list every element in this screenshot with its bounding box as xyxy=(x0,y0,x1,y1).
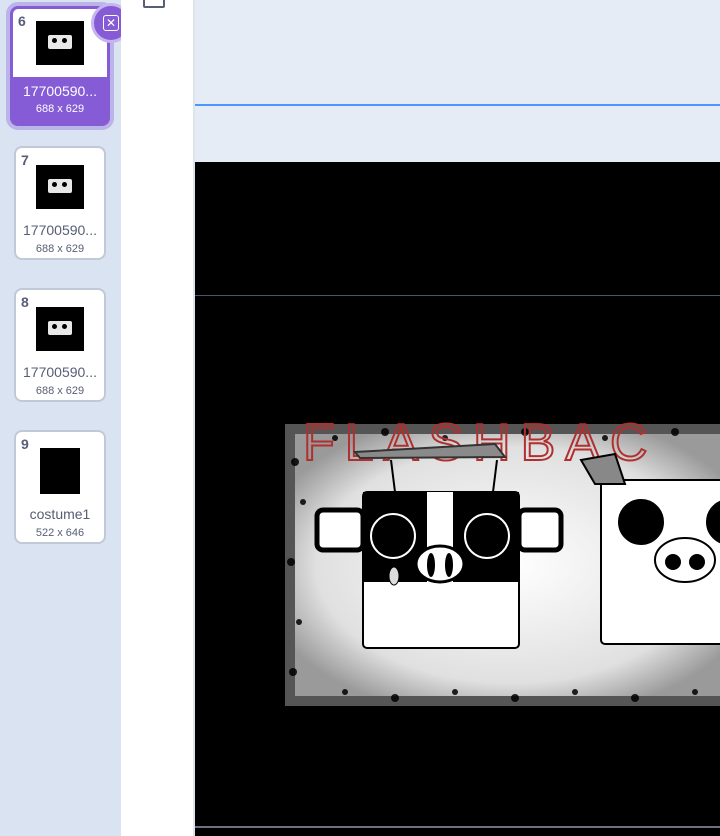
costume-list: 6 17700590... 688 x 629 ✕ 7 17700590... … xyxy=(0,0,131,836)
costume-tile-9[interactable]: 9 costume1 522 x 646 xyxy=(14,430,106,544)
costume-thumbnail xyxy=(16,442,104,500)
costume-artwork: FLASHBAC xyxy=(195,162,720,836)
costume-size: 688 x 629 xyxy=(35,385,85,397)
costume-size: 688 x 629 xyxy=(35,103,85,115)
costume-tile-6[interactable]: 6 17700590... 688 x 629 ✕ xyxy=(10,3,131,126)
costume-name: 17700590... xyxy=(23,222,97,238)
paint-tool-column xyxy=(121,0,195,836)
costume-tile-7[interactable]: 7 17700590... 688 x 629 xyxy=(14,146,106,260)
costume-name: 17700590... xyxy=(23,364,97,380)
costume-size: 688 x 629 xyxy=(35,243,85,255)
canvas-guide-line xyxy=(195,104,720,106)
costume-tile-8[interactable]: 8 17700590... 688 x 629 xyxy=(14,288,106,402)
paint-canvas[interactable]: FLASHBAC xyxy=(195,0,720,836)
costume-size: 522 x 646 xyxy=(35,527,85,539)
costume-name: costume1 xyxy=(29,506,91,522)
close-icon: ✕ xyxy=(103,15,119,31)
costume-thumbnail xyxy=(16,300,104,358)
flashback-artwork: FLASHBAC xyxy=(285,413,720,706)
costume-thumbnail xyxy=(16,158,104,216)
costume-name: 17700590... xyxy=(23,83,97,99)
costume-number: 6 xyxy=(18,13,26,29)
rectangle-tool-icon[interactable] xyxy=(143,0,165,8)
